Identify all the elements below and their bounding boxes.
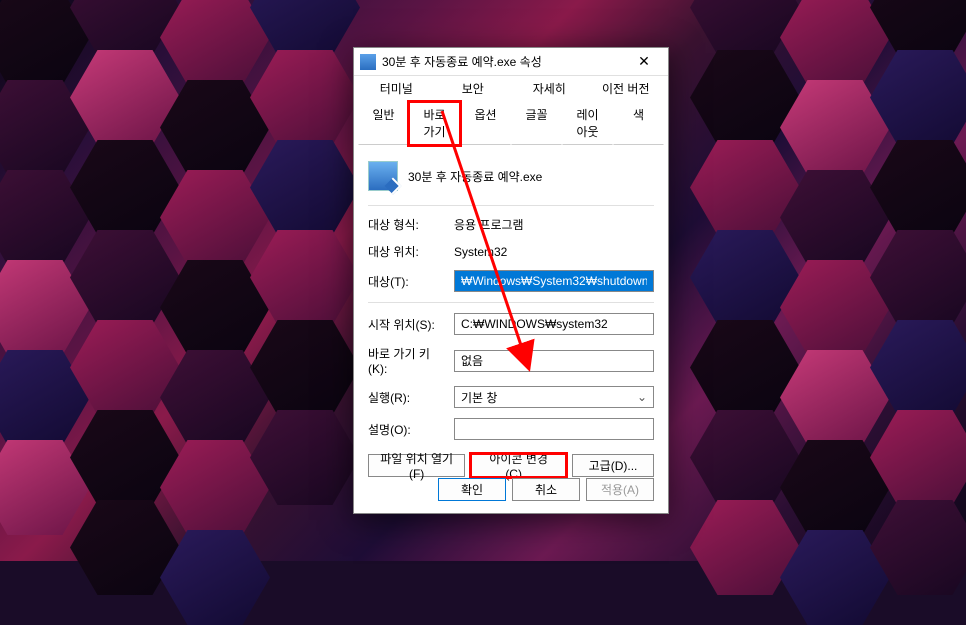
input-shortcut-key[interactable] [454, 350, 654, 372]
cancel-button[interactable]: 취소 [512, 478, 580, 501]
titlebar-text: 30분 후 자동종료 예약.exe 속성 [382, 53, 626, 70]
close-button[interactable]: ✕ [626, 50, 662, 74]
label-target-loc: 대상 위치: [368, 243, 446, 260]
tab-security[interactable]: 보안 [435, 76, 512, 101]
label-target-type: 대상 형식: [368, 216, 446, 233]
label-run: 실행(R): [368, 389, 446, 406]
tab-colors[interactable]: 색 [613, 102, 664, 145]
value-target-loc: System32 [454, 245, 654, 259]
properties-dialog: 30분 후 자동종료 예약.exe 속성 ✕ 터미널 보안 자세히 이전 버전 … [353, 47, 669, 514]
label-target: 대상(T): [368, 273, 446, 290]
tab-layout[interactable]: 레이아웃 [562, 102, 613, 145]
shortcut-icon [368, 161, 398, 191]
input-comment[interactable] [454, 418, 654, 440]
value-target-type: 응용 프로그램 [454, 216, 654, 233]
tab-previous[interactable]: 이전 버전 [588, 76, 665, 101]
tab-content: 30분 후 자동종료 예약.exe 대상 형식: 응용 프로그램 대상 위치: … [354, 145, 668, 483]
input-target[interactable] [454, 270, 654, 292]
input-start-in[interactable] [454, 313, 654, 335]
app-icon [360, 54, 376, 70]
titlebar[interactable]: 30분 후 자동종료 예약.exe 속성 ✕ [354, 48, 668, 76]
tab-options[interactable]: 옵션 [460, 102, 511, 145]
label-shortcut-key: 바로 가기 키(K): [368, 345, 446, 376]
tab-strip: 터미널 보안 자세히 이전 버전 일반 바로 가기 옵션 글꼴 레이아웃 색 [354, 76, 668, 145]
tab-terminal[interactable]: 터미널 [358, 76, 435, 101]
label-comment: 설명(O): [368, 421, 446, 438]
dialog-footer: 확인 취소 적용(A) [354, 468, 668, 513]
label-start-in: 시작 위치(S): [368, 316, 446, 333]
shortcut-filename: 30분 후 자동종료 예약.exe [408, 168, 542, 185]
select-run-value: 기본 창 [461, 389, 497, 406]
apply-button[interactable]: 적용(A) [586, 478, 654, 501]
select-run[interactable]: 기본 창 [454, 386, 654, 408]
tab-details[interactable]: 자세히 [511, 76, 588, 101]
close-icon: ✕ [638, 53, 650, 70]
tab-shortcut[interactable]: 바로 가기 [409, 102, 460, 145]
tab-font[interactable]: 글꼴 [511, 102, 562, 145]
ok-button[interactable]: 확인 [438, 478, 506, 501]
tab-general[interactable]: 일반 [358, 102, 409, 145]
